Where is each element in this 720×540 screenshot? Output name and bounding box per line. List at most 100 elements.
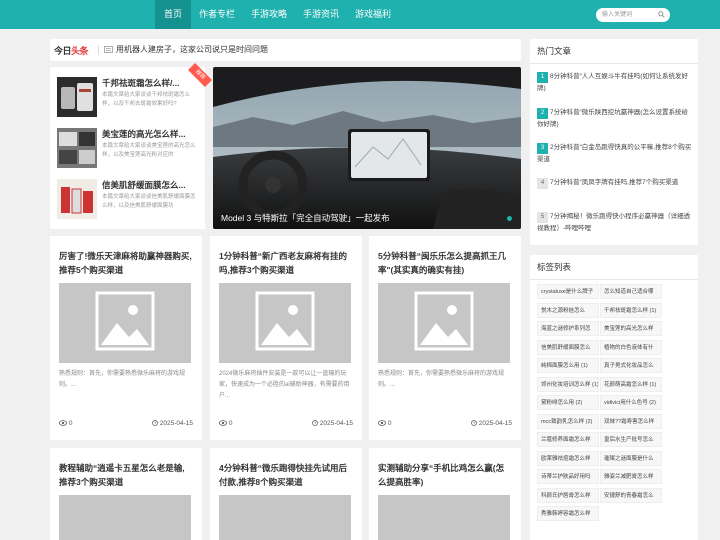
divider [98, 45, 99, 55]
thumbnail-image [57, 128, 97, 168]
post-title[interactable]: 厉害了!微乐天津麻将助赢神器购买,推荐5个购买渠道 [59, 249, 193, 277]
post-title[interactable]: 实测辅助分享“手机比鸡怎么赢(怎么提高胜率) [378, 461, 512, 489]
hot-articles-panel: 热门文章 1 8分钟科普“人人互娱斗牛有挂吗(如何让系统发好牌) 2 7分钟科普“微… [530, 39, 698, 245]
post-title[interactable]: 4分钟科普“微乐跑得快挂先试用后付款,推荐8个购买渠道 [219, 461, 353, 489]
search-icon[interactable] [658, 11, 665, 18]
thumbnail-image [57, 179, 97, 219]
list-item-title: 千邦祛斑霜怎么样/... [102, 78, 180, 88]
search-input[interactable]: 输入关键词 [596, 8, 670, 22]
tag-chip[interactable]: 花颜萌高霜怎么样 (1) [600, 376, 662, 392]
post-image-placeholder [378, 283, 510, 363]
post-card[interactable]: 1分钟科普“新广西老友麻将有挂的吗,推荐3个购买渠道 2024微乐麻将插件安装是… [210, 236, 362, 440]
post-card[interactable]: 教程辅助“逍遥卡五星怎么老是输,推荐3个购买渠道 [50, 448, 202, 540]
tag-chip[interactable]: vidivici用什么色号 (2) [600, 395, 662, 410]
recommended-list: 千邦祛斑霜怎么样/... 本篇文章给大家谈谈千邦祛斑霜怎么样，以及千邦去斑霜效果… [50, 67, 205, 229]
nav-item-gifts[interactable]: 游戏福利 [350, 0, 396, 29]
tag-chip[interactable]: 怎么知道自己适合哪 [600, 284, 662, 299]
post-date-wrap: 2025-04-15 [470, 420, 512, 427]
tag-chip[interactable]: 双妹??霜寿害怎么样 [600, 413, 662, 429]
tag-chip[interactable]: 欧莱雅祛痘霜怎么样 [537, 450, 599, 466]
tag-chip[interactable]: 兰蔻修养面霜怎么样 [537, 432, 599, 447]
tag-chip[interactable]: 皇后水生产批号怎么 [600, 432, 662, 447]
tag-chip[interactable]: 诗蒂兰护肤品好用吗 [537, 469, 599, 484]
clock-icon [470, 420, 477, 426]
tag-chip[interactable]: 海蓝之谜修护系列怎 [537, 321, 599, 336]
post-card[interactable]: 5分钟科普“闽乐乐怎么提高抓王几率"(其实真的确实有挂) 熟悉规则：首先，你需要… [369, 236, 521, 440]
featured-slider[interactable]: Model 3 与特斯拉「完全自动驾驶」一起发布 [213, 67, 521, 229]
eye-icon [219, 420, 227, 426]
hot-article-item[interactable]: 4 7分钟科普“凤凤字牌有挂吗,推荐7个购买渠道 [537, 177, 693, 189]
post-date-wrap: 2025-04-15 [311, 420, 353, 427]
list-item[interactable]: 信美肌舒缓面膜怎么... 本篇文章给大家谈谈信美肌舒缓面膜怎么样，以及信美肌舒缓… [57, 179, 202, 227]
divider [530, 63, 698, 64]
post-image-placeholder [59, 495, 191, 540]
thumbnail-image [57, 77, 97, 117]
tag-chip[interactable]: 黛粉绯怎么用 (2) [537, 395, 599, 410]
rank-badge: 3 [537, 143, 548, 154]
post-image-placeholder [219, 495, 351, 540]
post-card[interactable]: 厉害了!微乐天津麻将助赢神器购买,推荐5个购买渠道 熟悉规则：首先，你需要熟悉微… [50, 236, 202, 440]
post-card[interactable]: 4分钟科普“微乐跑得快挂先试用后付款,推荐8个购买渠道 [210, 448, 362, 540]
tag-chip[interactable]: 千邦祛斑霜怎么样 (1) [600, 302, 662, 318]
logo-text: 今日 [54, 46, 72, 56]
post-meta: 0 2025-04-15 [378, 420, 512, 427]
tag-chip[interactable]: 美宝莲的高光怎么样 [600, 321, 662, 336]
post-image-placeholder [378, 495, 510, 540]
divider [530, 279, 698, 280]
clock-icon [151, 420, 158, 426]
post-image-placeholder [59, 283, 191, 363]
post-date: 2025-04-15 [159, 420, 193, 427]
tag-chip[interactable]: 信美肌舒缓面膜怎么 [537, 339, 599, 355]
tag-chip[interactable]: 璀璨之谜面膜是什么 [600, 450, 662, 466]
image-icon [255, 291, 315, 351]
post-title[interactable]: 教程辅助“逍遥卡五星怎么老是输,推荐3个购买渠道 [59, 461, 193, 489]
post-title[interactable]: 5分钟科普“闽乐乐怎么提高抓王几率"(其实真的确实有挂) [378, 249, 512, 277]
headline-ticker-bar: 今日头条 用机器人建房子，这家公司说只是时间问题 [50, 39, 521, 61]
hot-article-title: 2分钟科普“白金岛跑得快真的公平嘛,推荐8个购买渠道 [537, 144, 692, 163]
tag-chip[interactable]: 科颜氏护唇膏怎么样 [537, 487, 599, 503]
post-title[interactable]: 1分钟科普“新广西老友麻将有挂的吗,推荐3个购买渠道 [219, 249, 353, 277]
nav-item-news[interactable]: 手游资讯 [298, 0, 344, 29]
list-item[interactable]: 千邦祛斑霜怎么样/... 本篇文章给大家谈谈千邦祛斑霜怎么样，以及千邦去斑霜效果… [57, 77, 202, 125]
hot-article-item[interactable]: 3 2分钟科普“白金岛跑得快真的公平嘛,推荐8个购买渠道 [537, 142, 693, 166]
tag-chip[interactable]: 秀雅韩婷容霜怎么样 [537, 506, 599, 521]
tag-chip[interactable]: 真子男式化妆品怎么 [600, 358, 662, 373]
eye-icon [378, 420, 386, 426]
ticker-headline[interactable]: 用机器人建房子，这家公司说只是时间问题 [116, 44, 268, 55]
post-date: 2025-04-15 [478, 420, 512, 427]
view-count: 0 [387, 420, 392, 427]
post-excerpt: 熟悉规则：首先，你需要熟悉微乐麻将的游戏规则。... [59, 371, 186, 388]
hot-article-title: 7分钟科普“凤凤字牌有挂吗,推荐7个购买渠道 [550, 179, 679, 186]
nav-item-authors[interactable]: 作者专栏 [194, 0, 240, 29]
site-logo[interactable]: 今日头条 [54, 44, 89, 57]
tag-chip[interactable]: 純棉面膜怎么用 (1) [537, 358, 599, 373]
slider-dot-indicator[interactable] [507, 216, 512, 221]
post-card[interactable]: 实测辅助分享“手机比鸡怎么赢(怎么提高胜率) [369, 448, 521, 540]
tag-chip[interactable]: 植物的白色液体有什 [600, 339, 662, 355]
search-placeholder: 输入关键词 [602, 12, 633, 18]
list-item[interactable]: 美宝莲的高光怎么样... 本篇文章给大家谈谈美宝莲的高光怎么样，以及美宝莲高光粉… [57, 128, 202, 176]
slider-caption[interactable]: Model 3 与特斯拉「完全自动驾驶」一起发布 [221, 212, 390, 224]
post-excerpt: 熟悉规则：首先，你需要熟悉微乐麻将的游戏规则。... [378, 371, 505, 388]
post-date-wrap: 2025-04-15 [151, 420, 193, 427]
image-icon [414, 291, 474, 351]
nav-item-guides[interactable]: 手游攻略 [246, 0, 292, 29]
hot-article-item[interactable]: 2 7分钟科普“微乐陕西挖坑赢神器(怎么设置系统给你好牌) [537, 107, 693, 131]
panel-title: 标签列表 [537, 262, 572, 272]
list-item-desc: 本篇文章给大家谈谈千邦祛斑霜怎么样，以及千邦去斑霜效果好吗? [102, 92, 191, 107]
hot-article-item[interactable]: 5 7分钟揭秘！微乐跑得快小程序必赢神器（详细透视教程）-哔哩哔哩 [537, 211, 693, 235]
tag-list-panel: 标签列表 crystaluxe是什么牌子 怎么知道自己适合哪 悦木之源粉娃怎么 千邦祛… [530, 255, 698, 540]
post-meta: 0 2025-04-15 [219, 420, 353, 427]
tag-chip[interactable]: 悦木之源粉娃怎么 [537, 302, 599, 318]
tag-chip[interactable]: crystaluxe是什么牌子 [537, 284, 599, 299]
tag-chip[interactable]: 雅姿兰减肥膏怎么样 [600, 469, 662, 484]
tag-chip[interactable]: mcc致韵乳怎么样 (2) [537, 413, 599, 429]
nav-item-home[interactable]: 首页 [155, 0, 191, 29]
list-item-title: 信美肌舒缓面膜怎么... [102, 180, 186, 190]
hot-article-item[interactable]: 1 8分钟科普“人人互娱斗牛有挂吗(如何让系统发好牌) [537, 71, 693, 95]
list-item-title: 美宝莲的高光怎么样... [102, 129, 186, 139]
tag-chip[interactable]: 郊州化妆培训怎么样 (1) [537, 376, 599, 392]
tag-chip[interactable]: 安捷舒的青春霜怎么 [600, 487, 662, 503]
post-image-placeholder [219, 283, 351, 363]
post-date: 2025-04-15 [319, 420, 353, 427]
